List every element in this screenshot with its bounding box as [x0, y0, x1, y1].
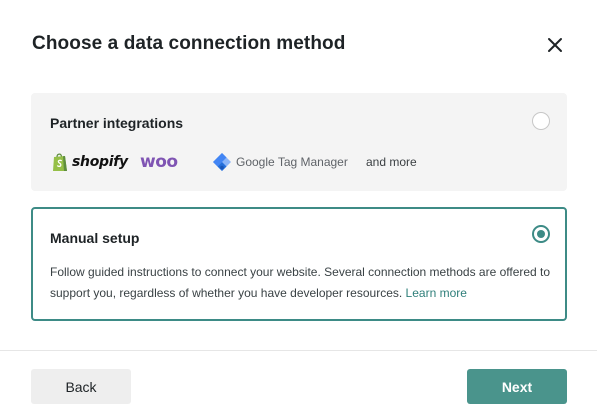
- radio-selected-dot: [537, 230, 545, 238]
- shopify-wordmark: shopify: [72, 154, 128, 170]
- google-tag-manager-logo: Google Tag Manager: [212, 149, 348, 175]
- and-more-label: and more: [366, 155, 417, 169]
- google-tag-manager-icon: [213, 153, 231, 171]
- shopify-logo: shopify: [52, 149, 128, 175]
- connection-method-dialog: Choose a data connection method Partner …: [0, 0, 597, 419]
- manual-setup-option[interactable]: Manual setup Follow guided instructions …: [31, 207, 567, 321]
- close-icon: [548, 38, 562, 52]
- partner-integrations-option[interactable]: Partner integrations shopify woo Google …: [31, 93, 567, 191]
- footer-divider: [0, 350, 597, 351]
- learn-more-link[interactable]: Learn more: [406, 286, 467, 300]
- woo-wordmark: woo: [140, 152, 178, 172]
- shopify-bag-icon: [53, 153, 67, 171]
- manual-setup-radio[interactable]: [532, 225, 550, 243]
- woo-logo: woo: [140, 149, 178, 175]
- next-button[interactable]: Next: [467, 369, 567, 404]
- partner-logos: shopify woo Google Tag Manager and more: [50, 149, 550, 175]
- close-button[interactable]: [543, 33, 567, 57]
- back-button[interactable]: Back: [31, 369, 131, 404]
- partner-integrations-title: Partner integrations: [50, 115, 184, 131]
- dialog-title: Choose a data connection method: [32, 33, 346, 54]
- manual-setup-title: Manual setup: [50, 230, 140, 246]
- manual-setup-description: Follow guided instructions to connect yo…: [50, 262, 555, 304]
- manual-setup-description-text: Follow guided instructions to connect yo…: [50, 265, 551, 300]
- google-tag-manager-wordmark: Google Tag Manager: [236, 155, 348, 169]
- partner-integrations-radio[interactable]: [532, 112, 550, 130]
